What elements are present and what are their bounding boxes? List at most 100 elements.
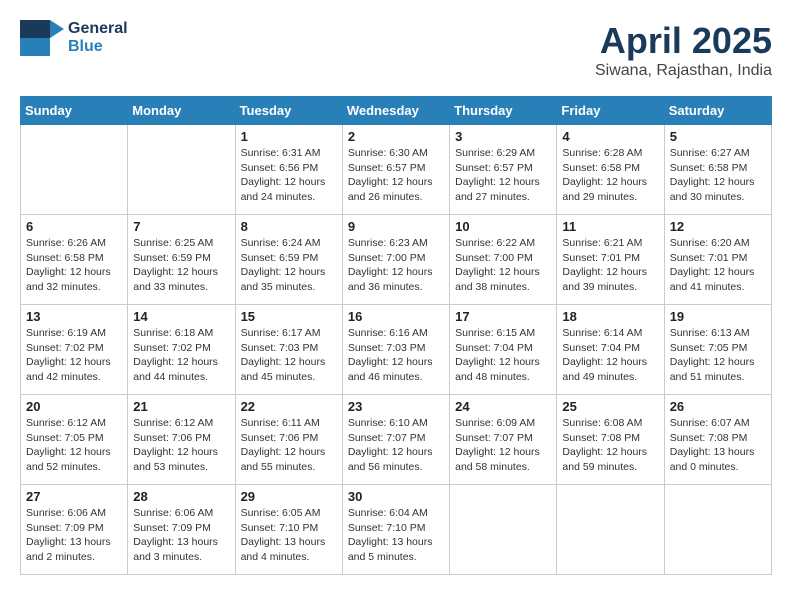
day-number: 25 <box>562 399 658 414</box>
calendar-cell: 7 Sunrise: 6:25 AMSunset: 6:59 PMDaylight… <box>128 215 235 305</box>
day-of-week-header: Friday <box>557 97 664 125</box>
calendar-cell: 5 Sunrise: 6:27 AMSunset: 6:58 PMDaylight… <box>664 125 771 215</box>
calendar-cell: 2 Sunrise: 6:30 AMSunset: 6:57 PMDaylight… <box>342 125 449 215</box>
day-info: Sunrise: 6:07 AMSunset: 7:08 PMDaylight:… <box>670 416 766 475</box>
calendar-title: April 2025 <box>595 20 772 62</box>
day-of-week-header: Wednesday <box>342 97 449 125</box>
calendar-cell: 24Sunrise: 6:09 AMSunset: 7:07 PMDayligh… <box>450 395 557 485</box>
day-number: 16 <box>348 309 444 324</box>
calendar-cell: 16Sunrise: 6:16 AMSunset: 7:03 PMDayligh… <box>342 305 449 395</box>
day-info: Sunrise: 6:12 AMSunset: 7:06 PMDaylight:… <box>133 416 229 475</box>
day-number: 15 <box>241 309 337 324</box>
day-info: Sunrise: 6:26 AMSunset: 6:58 PMDaylight:… <box>26 236 122 295</box>
day-info: Sunrise: 6:20 AMSunset: 7:01 PMDaylight:… <box>670 236 766 295</box>
calendar-cell: 19Sunrise: 6:13 AMSunset: 7:05 PMDayligh… <box>664 305 771 395</box>
day-info: Sunrise: 6:29 AMSunset: 6:57 PMDaylight:… <box>455 146 551 205</box>
calendar-cell: 9 Sunrise: 6:23 AMSunset: 7:00 PMDaylight… <box>342 215 449 305</box>
day-info: Sunrise: 6:24 AMSunset: 6:59 PMDaylight:… <box>241 236 337 295</box>
calendar-cell <box>664 485 771 575</box>
day-of-week-header: Thursday <box>450 97 557 125</box>
day-number: 13 <box>26 309 122 324</box>
calendar-cell: 12 Sunrise: 6:20 AMSunset: 7:01 PMDayligh… <box>664 215 771 305</box>
day-number: 21 <box>133 399 229 414</box>
day-info: Sunrise: 6:11 AMSunset: 7:06 PMDaylight:… <box>241 416 337 475</box>
calendar-cell: 27Sunrise: 6:06 AMSunset: 7:09 PMDayligh… <box>21 485 128 575</box>
day-number: 12 <box>670 219 766 234</box>
day-info: Sunrise: 6:10 AMSunset: 7:07 PMDaylight:… <box>348 416 444 475</box>
day-number: 22 <box>241 399 337 414</box>
day-info: Sunrise: 6:30 AMSunset: 6:57 PMDaylight:… <box>348 146 444 205</box>
calendar-cell <box>21 125 128 215</box>
calendar-cell: 22 Sunrise: 6:11 AMSunset: 7:06 PMDayligh… <box>235 395 342 485</box>
calendar-cell: 4 Sunrise: 6:28 AMSunset: 6:58 PMDaylight… <box>557 125 664 215</box>
calendar-header-row: SundayMondayTuesdayWednesdayThursdayFrid… <box>21 97 772 125</box>
day-info: Sunrise: 6:21 AMSunset: 7:01 PMDaylight:… <box>562 236 658 295</box>
day-number: 10 <box>455 219 551 234</box>
calendar-cell: 1 Sunrise: 6:31 AMSunset: 6:56 PMDaylight… <box>235 125 342 215</box>
day-number: 7 <box>133 219 229 234</box>
calendar-week-row: 1 Sunrise: 6:31 AMSunset: 6:56 PMDaylight… <box>21 125 772 215</box>
day-info: Sunrise: 6:12 AMSunset: 7:05 PMDaylight:… <box>26 416 122 475</box>
calendar-cell: 25 Sunrise: 6:08 AMSunset: 7:08 PMDayligh… <box>557 395 664 485</box>
day-info: Sunrise: 6:23 AMSunset: 7:00 PMDaylight:… <box>348 236 444 295</box>
day-number: 3 <box>455 129 551 144</box>
day-number: 11 <box>562 219 658 234</box>
calendar-cell: 28 Sunrise: 6:06 AMSunset: 7:09 PMDayligh… <box>128 485 235 575</box>
day-info: Sunrise: 6:27 AMSunset: 6:58 PMDaylight:… <box>670 146 766 205</box>
logo-blue-text: Blue <box>68 38 128 56</box>
day-number: 1 <box>241 129 337 144</box>
day-number: 26 <box>670 399 766 414</box>
day-of-week-header: Saturday <box>664 97 771 125</box>
day-number: 24 <box>455 399 551 414</box>
day-of-week-header: Monday <box>128 97 235 125</box>
day-info: Sunrise: 6:08 AMSunset: 7:08 PMDaylight:… <box>562 416 658 475</box>
day-number: 8 <box>241 219 337 234</box>
day-info: Sunrise: 6:06 AMSunset: 7:09 PMDaylight:… <box>133 506 229 565</box>
calendar-cell <box>128 125 235 215</box>
day-number: 14 <box>133 309 229 324</box>
calendar-subtitle: Siwana, Rajasthan, India <box>595 62 772 80</box>
calendar-cell: 13Sunrise: 6:19 AMSunset: 7:02 PMDayligh… <box>21 305 128 395</box>
day-info: Sunrise: 6:13 AMSunset: 7:05 PMDaylight:… <box>670 326 766 385</box>
day-number: 9 <box>348 219 444 234</box>
day-number: 2 <box>348 129 444 144</box>
calendar-cell: 20 Sunrise: 6:12 AMSunset: 7:05 PMDayligh… <box>21 395 128 485</box>
day-number: 4 <box>562 129 658 144</box>
day-number: 18 <box>562 309 658 324</box>
logo: General Blue <box>20 20 128 56</box>
day-number: 5 <box>670 129 766 144</box>
day-info: Sunrise: 6:05 AMSunset: 7:10 PMDaylight:… <box>241 506 337 565</box>
day-of-week-header: Sunday <box>21 97 128 125</box>
day-info: Sunrise: 6:31 AMSunset: 6:56 PMDaylight:… <box>241 146 337 205</box>
calendar-cell: 21 Sunrise: 6:12 AMSunset: 7:06 PMDayligh… <box>128 395 235 485</box>
day-number: 29 <box>241 489 337 504</box>
calendar-week-row: 6Sunrise: 6:26 AMSunset: 6:58 PMDaylight… <box>21 215 772 305</box>
day-of-week-header: Tuesday <box>235 97 342 125</box>
day-number: 30 <box>348 489 444 504</box>
calendar-cell: 30 Sunrise: 6:04 AMSunset: 7:10 PMDayligh… <box>342 485 449 575</box>
day-number: 20 <box>26 399 122 414</box>
day-info: Sunrise: 6:25 AMSunset: 6:59 PMDaylight:… <box>133 236 229 295</box>
day-info: Sunrise: 6:28 AMSunset: 6:58 PMDaylight:… <box>562 146 658 205</box>
calendar-cell: 18Sunrise: 6:14 AMSunset: 7:04 PMDayligh… <box>557 305 664 395</box>
calendar-week-row: 13Sunrise: 6:19 AMSunset: 7:02 PMDayligh… <box>21 305 772 395</box>
calendar-cell: 6Sunrise: 6:26 AMSunset: 6:58 PMDaylight… <box>21 215 128 305</box>
day-info: Sunrise: 6:17 AMSunset: 7:03 PMDaylight:… <box>241 326 337 385</box>
day-info: Sunrise: 6:04 AMSunset: 7:10 PMDaylight:… <box>348 506 444 565</box>
calendar-table: SundayMondayTuesdayWednesdayThursdayFrid… <box>20 96 772 575</box>
calendar-cell: 26 Sunrise: 6:07 AMSunset: 7:08 PMDayligh… <box>664 395 771 485</box>
day-info: Sunrise: 6:15 AMSunset: 7:04 PMDaylight:… <box>455 326 551 385</box>
calendar-cell: 10 Sunrise: 6:22 AMSunset: 7:00 PMDayligh… <box>450 215 557 305</box>
calendar-cell: 15 Sunrise: 6:17 AMSunset: 7:03 PMDayligh… <box>235 305 342 395</box>
calendar-cell: 17 Sunrise: 6:15 AMSunset: 7:04 PMDayligh… <box>450 305 557 395</box>
day-info: Sunrise: 6:06 AMSunset: 7:09 PMDaylight:… <box>26 506 122 565</box>
day-number: 28 <box>133 489 229 504</box>
day-info: Sunrise: 6:18 AMSunset: 7:02 PMDaylight:… <box>133 326 229 385</box>
day-number: 17 <box>455 309 551 324</box>
day-info: Sunrise: 6:22 AMSunset: 7:00 PMDaylight:… <box>455 236 551 295</box>
calendar-week-row: 27Sunrise: 6:06 AMSunset: 7:09 PMDayligh… <box>21 485 772 575</box>
page-header: General Blue April 2025 Siwana, Rajastha… <box>20 20 772 80</box>
title-area: April 2025 Siwana, Rajasthan, India <box>595 20 772 80</box>
calendar-week-row: 20 Sunrise: 6:12 AMSunset: 7:05 PMDayligh… <box>21 395 772 485</box>
calendar-cell: 8 Sunrise: 6:24 AMSunset: 6:59 PMDaylight… <box>235 215 342 305</box>
